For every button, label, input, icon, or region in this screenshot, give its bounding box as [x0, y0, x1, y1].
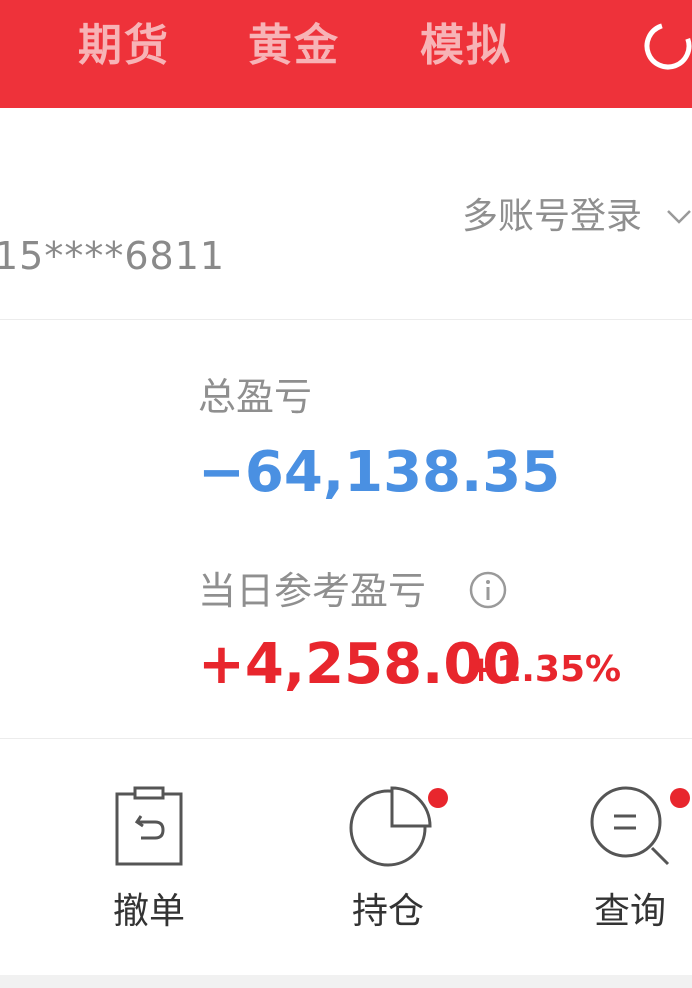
query-label: 查询: [593, 891, 666, 932]
info-icon[interactable]: [468, 570, 508, 610]
chevron-down-icon: [667, 210, 692, 224]
tab-futures[interactable]: 期货: [78, 18, 170, 74]
daily-pnl-percent: +1.35%: [466, 649, 622, 690]
total-pnl-label: 总盈亏: [198, 375, 313, 419]
divider: [0, 319, 692, 320]
notification-dot: [428, 788, 448, 808]
pie-chart-icon: [349, 786, 432, 867]
multi-account-login-button[interactable]: 多账号登录: [462, 192, 692, 240]
daily-pnl-label: 当日参考盈亏: [198, 569, 427, 613]
positions-label: 持仓: [351, 891, 424, 932]
tab-simulation[interactable]: 模拟: [420, 18, 512, 74]
top-navigation-bar: 期货 黄金 模拟: [0, 0, 692, 108]
account-number: 15****6811: [0, 234, 226, 278]
search-icon: [590, 786, 670, 866]
cancel-order-button[interactable]: 撤单: [84, 782, 214, 942]
divider: [0, 738, 692, 739]
notification-dot: [670, 788, 690, 808]
cancel-order-icon: [115, 786, 183, 866]
query-button[interactable]: 查询: [565, 782, 692, 942]
trading-account-screen: 期货 黄金 模拟 多账号登录 15****6811 总盈亏 −64,138.35…: [0, 0, 692, 988]
multi-account-login-label: 多账号登录: [462, 196, 643, 237]
bottom-separator: [0, 975, 692, 988]
total-pnl-value: −64,138.35: [198, 440, 561, 505]
tab-gold[interactable]: 黄金: [248, 18, 340, 74]
cancel-order-label: 撤单: [112, 891, 185, 932]
refresh-icon[interactable]: [640, 20, 692, 72]
